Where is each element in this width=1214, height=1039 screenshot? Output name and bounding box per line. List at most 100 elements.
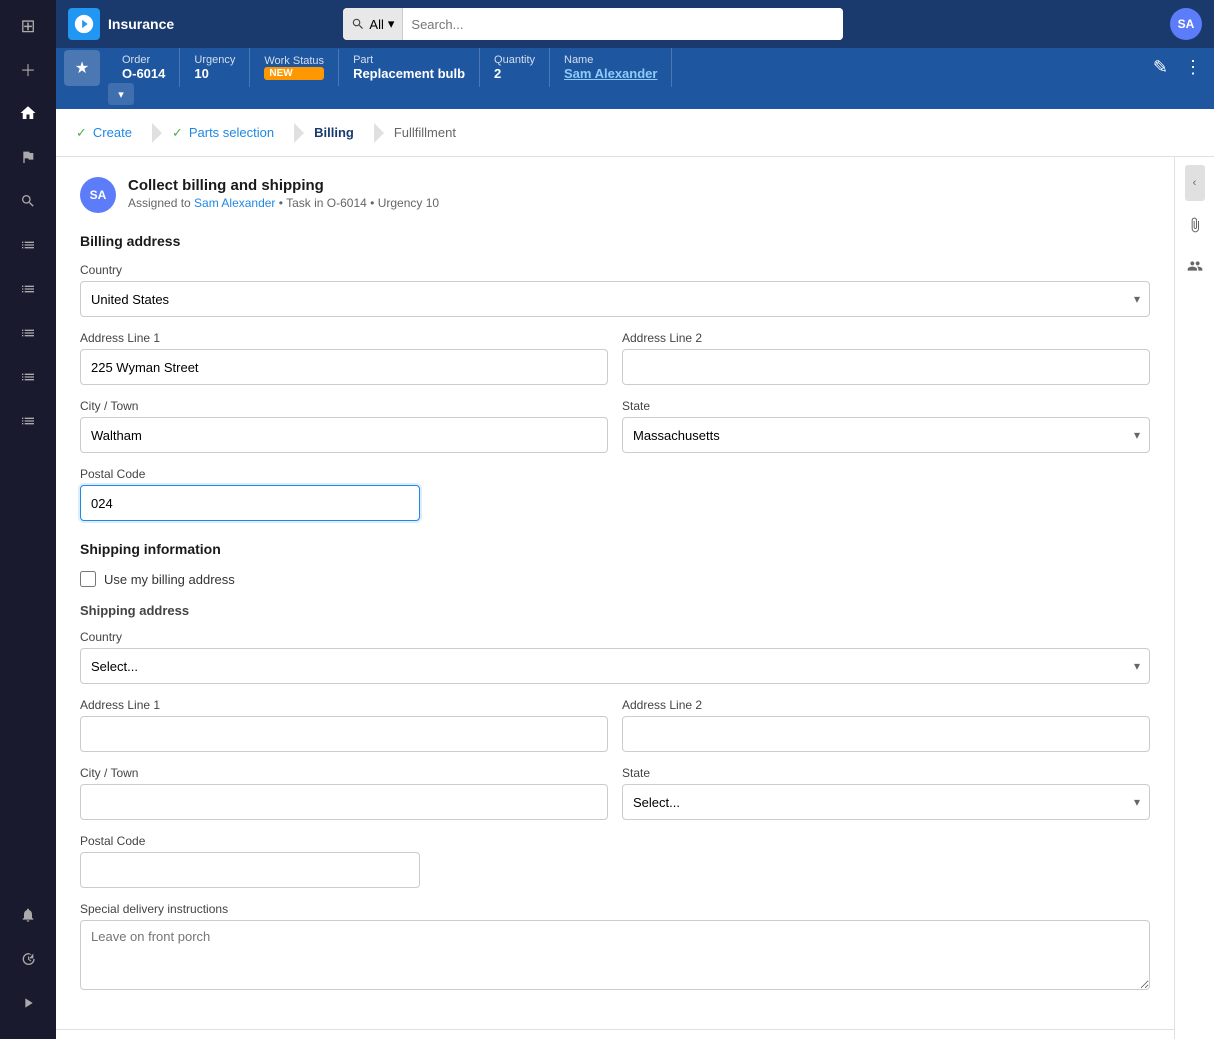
shipping-state-select[interactable]: Select... xyxy=(622,784,1150,820)
shipping-address2-label: Address Line 2 xyxy=(622,698,1150,712)
sidebar-item-search[interactable] xyxy=(10,183,46,219)
favorite-button[interactable]: ★ xyxy=(64,50,100,86)
billing-address2-label: Address Line 2 xyxy=(622,331,1150,345)
step-parts-check: ✓ xyxy=(172,125,183,141)
billing-state-group: State Massachusetts ▾ xyxy=(622,399,1150,453)
right-panel: ‹ xyxy=(1174,157,1214,1039)
shipping-section: Shipping information Use my billing addr… xyxy=(80,541,1150,995)
shipping-state-label: State xyxy=(622,766,1150,780)
more-options-icon[interactable]: ⋮ xyxy=(1180,53,1206,82)
shipping-city-label: City / Town xyxy=(80,766,608,780)
attachment-icon[interactable] xyxy=(1183,213,1207,242)
quantity-label: Quantity xyxy=(494,54,535,66)
order-label: Order xyxy=(122,54,165,66)
billing-state-select[interactable]: Massachusetts xyxy=(622,417,1150,453)
shipping-address1-input[interactable] xyxy=(80,716,608,752)
step-fulfillment[interactable]: Fullfillment xyxy=(374,109,476,156)
users-icon[interactable] xyxy=(1183,254,1207,283)
sidebar-item-list3[interactable] xyxy=(10,315,46,351)
shipping-country-select[interactable]: Select... xyxy=(80,648,1150,684)
sidebar-item-history[interactable] xyxy=(10,941,46,977)
shipping-address-header: Shipping address xyxy=(80,603,1150,618)
special-instructions-textarea[interactable] xyxy=(80,920,1150,990)
task-subtitle: Assigned to Sam Alexander • Task in O-60… xyxy=(128,196,439,210)
context-actions: ✎ ⋮ xyxy=(1149,53,1206,82)
sidebar-item-play[interactable] xyxy=(10,985,46,1021)
use-billing-address-label: Use my billing address xyxy=(104,572,235,587)
sidebar: ⊞ ＋ xyxy=(0,0,56,1039)
billing-state-label: State xyxy=(622,399,1150,413)
part-label: Part xyxy=(353,54,465,66)
shipping-state-select-wrapper: Select... ▾ xyxy=(622,784,1150,820)
context-order: Order O-6014 xyxy=(108,48,180,87)
shipping-postal-input[interactable] xyxy=(80,852,420,888)
shipping-address-row: Address Line 1 Address Line 2 xyxy=(80,698,1150,766)
name-value[interactable]: Sam Alexander xyxy=(564,66,657,81)
search-input[interactable] xyxy=(403,8,843,40)
urgency-label: Urgency xyxy=(194,54,235,66)
edit-icon[interactable]: ✎ xyxy=(1149,53,1172,82)
search-bar: All ▾ xyxy=(343,8,843,40)
assigned-to-link[interactable]: Sam Alexander xyxy=(194,196,275,210)
app-name: Insurance xyxy=(108,16,174,32)
task-title: Collect billing and shipping xyxy=(128,177,439,194)
billing-country-select-wrapper: United States ▾ xyxy=(80,281,1150,317)
use-billing-address-row: Use my billing address xyxy=(80,571,1150,587)
shipping-state-group: State Select... ▾ xyxy=(622,766,1150,820)
sidebar-item-home[interactable] xyxy=(10,95,46,131)
billing-postal-label: Postal Code xyxy=(80,467,420,481)
step-fulfillment-label: Fullfillment xyxy=(394,125,456,140)
step-create[interactable]: ✓ Create xyxy=(56,109,152,156)
sidebar-item-list1[interactable] xyxy=(10,227,46,263)
task-avatar: SA xyxy=(80,177,116,213)
shipping-country-group: Country Select... ▾ xyxy=(80,630,1150,684)
step-create-check: ✓ xyxy=(76,125,87,141)
task-urgency: Urgency 10 xyxy=(378,196,439,210)
sidebar-item-flag[interactable] xyxy=(10,139,46,175)
billing-address2-input[interactable] xyxy=(622,349,1150,385)
quantity-value: 2 xyxy=(494,66,535,81)
work-status-badge: NEW xyxy=(264,67,324,80)
step-parts-selection[interactable]: ✓ Parts selection xyxy=(152,109,294,156)
step-parts-label: Parts selection xyxy=(189,125,274,140)
context-expand-button[interactable]: ▾ xyxy=(108,83,134,105)
shipping-country-label: Country xyxy=(80,630,1150,644)
billing-country-select[interactable]: United States xyxy=(80,281,1150,317)
billing-postal-input[interactable] xyxy=(80,485,420,521)
sidebar-item-list4[interactable] xyxy=(10,359,46,395)
shipping-city-input[interactable] xyxy=(80,784,608,820)
context-work-status: Work Status NEW xyxy=(250,49,339,86)
step-billing[interactable]: Billing xyxy=(294,109,374,156)
search-filter-label: All xyxy=(369,17,383,32)
billing-address2-group: Address Line 2 xyxy=(622,331,1150,385)
shipping-city-group: City / Town xyxy=(80,766,608,820)
work-status-label: Work Status xyxy=(264,55,324,67)
panel-collapse-icon[interactable]: ‹ xyxy=(1185,165,1205,201)
logo-area: Insurance xyxy=(68,8,174,40)
right-panel-collapse[interactable]: ‹ xyxy=(1185,165,1205,201)
billing-city-input[interactable] xyxy=(80,417,608,453)
sidebar-item-list2[interactable] xyxy=(10,271,46,307)
use-billing-address-checkbox[interactable] xyxy=(80,571,96,587)
shipping-address2-input[interactable] xyxy=(622,716,1150,752)
task-header: SA Collect billing and shipping Assigned… xyxy=(80,177,1150,213)
sidebar-item-list5[interactable] xyxy=(10,403,46,439)
sidebar-item-add[interactable]: ＋ xyxy=(10,51,46,87)
context-bar: ★ Order O-6014 Urgency 10 Work Status NE… xyxy=(56,48,1214,109)
name-label: Name xyxy=(564,54,657,66)
billing-state-select-wrapper: Massachusetts ▾ xyxy=(622,417,1150,453)
billing-country-label: Country xyxy=(80,263,1150,277)
grid-icon[interactable]: ⊞ xyxy=(12,8,43,45)
sidebar-item-notifications[interactable] xyxy=(10,897,46,933)
billing-address1-group: Address Line 1 xyxy=(80,331,608,385)
billing-address1-input[interactable] xyxy=(80,349,608,385)
billing-city-group: City / Town xyxy=(80,399,608,453)
search-filter-dropdown[interactable]: All ▾ xyxy=(343,8,403,40)
shipping-postal-label: Postal Code xyxy=(80,834,420,848)
shipping-postal-group: Postal Code xyxy=(80,834,420,888)
billing-address-header: Billing address xyxy=(80,233,1150,249)
billing-country-group: Country United States ▾ xyxy=(80,263,1150,317)
user-avatar[interactable]: SA xyxy=(1170,8,1202,40)
order-value: O-6014 xyxy=(122,66,165,81)
part-value: Replacement bulb xyxy=(353,66,465,81)
